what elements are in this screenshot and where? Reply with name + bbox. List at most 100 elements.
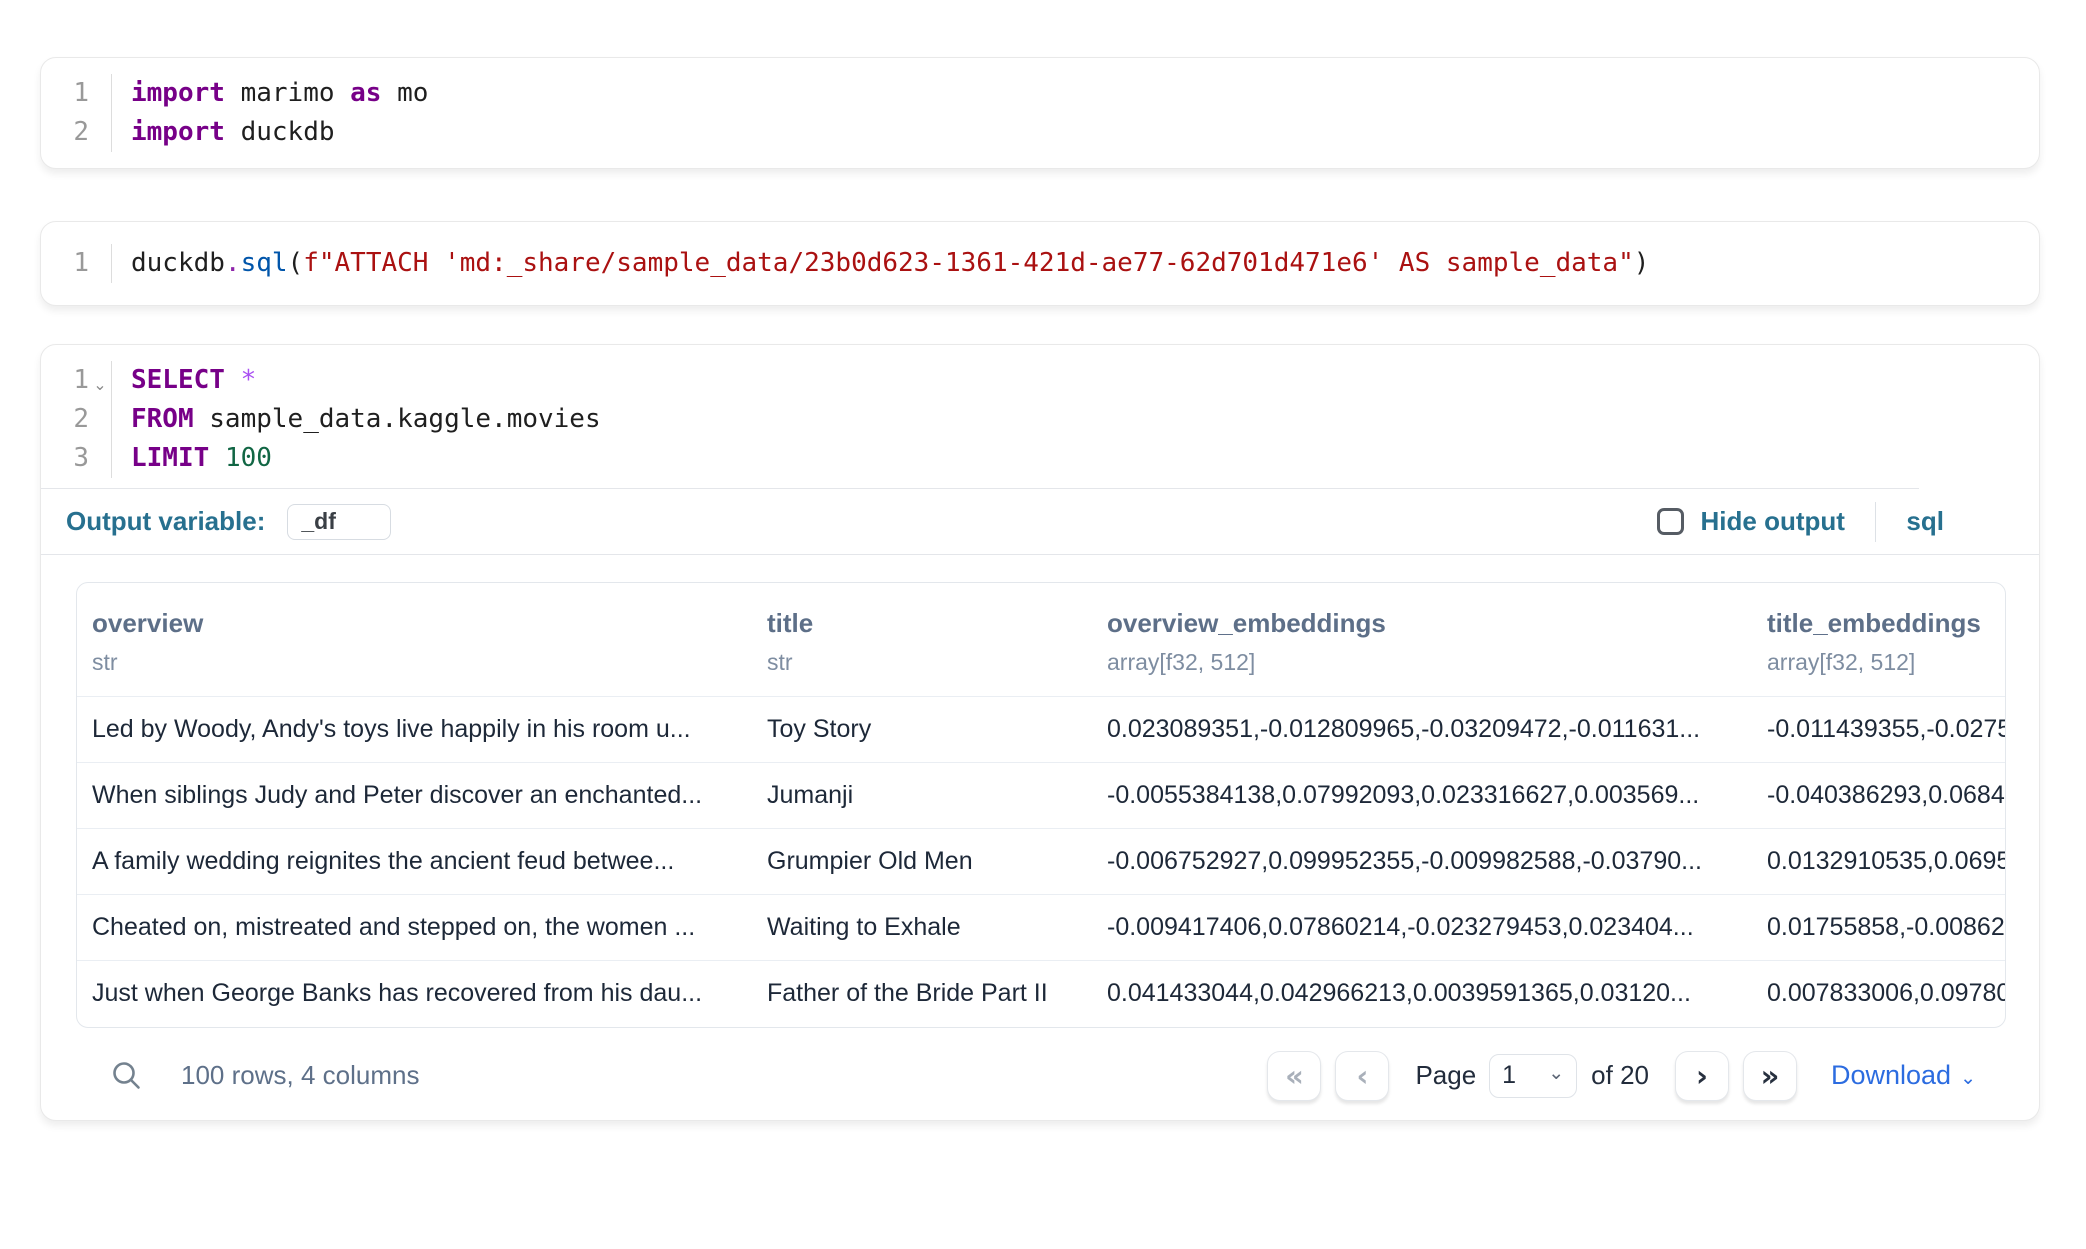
table-row[interactable]: Led by Woody, Andy's toys live happily i…	[77, 697, 2005, 763]
code-token: *	[241, 365, 257, 395]
hide-output-label[interactable]: Hide output	[1701, 506, 1845, 537]
code-line[interactable]: 1 import marimo as mo	[41, 74, 2039, 113]
table-cell[interactable]: When siblings Judy and Peter discover an…	[77, 763, 752, 829]
code-token: sql	[241, 248, 288, 278]
results-table-card: overviewstrtitlestroverview_embeddingsar…	[76, 582, 2006, 1028]
fold-chevron-icon[interactable]: ⌄	[89, 357, 111, 404]
prev-page-button[interactable]: ‹	[1335, 1051, 1389, 1101]
fold-spacer	[89, 260, 111, 268]
code-cell-attach[interactable]: 1 duckdb.sql(f"ATTACH 'md:_share/sample_d…	[40, 221, 2040, 306]
table-row[interactable]: Just when George Banks has recovered fro…	[77, 961, 2005, 1027]
code-token: mo	[381, 78, 428, 108]
fold-spacer	[89, 416, 111, 424]
output-variable-bar: Output variable: _df Hide output sql	[41, 489, 2039, 555]
hide-output-checkbox[interactable]	[1657, 508, 1684, 535]
code-token: as	[350, 78, 381, 108]
code-cell-imports[interactable]: 1 import marimo as mo 2 import duckdb	[40, 57, 2040, 169]
line-number: 2	[41, 400, 89, 439]
code-token: )	[1634, 248, 1650, 278]
first-page-icon: «	[1285, 1059, 1304, 1093]
line-number: 3	[41, 439, 89, 478]
column-header-overview_embeddings[interactable]: overview_embeddingsarray[f32, 512]	[1092, 583, 1752, 697]
column-dtype: str	[92, 649, 737, 676]
search-icon	[111, 1060, 143, 1092]
column-header-title_embeddings[interactable]: title_embeddingsarray[f32, 512]	[1752, 583, 2005, 697]
table-cell[interactable]: -0.0055384138,0.07992093,0.023316627,0.0…	[1092, 763, 1752, 829]
table-cell[interactable]: A family wedding reignites the ancient f…	[77, 829, 752, 895]
code-text: import duckdb	[111, 113, 2039, 152]
search-button[interactable]	[111, 1060, 143, 1092]
code-token: .	[225, 248, 241, 278]
table-cell[interactable]: Jumanji	[752, 763, 1092, 829]
download-button[interactable]: Download ⌄	[1831, 1060, 1976, 1091]
code-text: FROM sample_data.kaggle.movies	[111, 400, 1919, 439]
code-text: LIMIT 100	[111, 439, 1919, 478]
table-cell[interactable]: Grumpier Old Men	[752, 829, 1092, 895]
code-token: import	[131, 117, 225, 147]
table-cell[interactable]: -0.011439355,-0.027525	[1752, 697, 2005, 763]
first-page-button[interactable]: «	[1267, 1051, 1321, 1101]
code-text: import marimo as mo	[111, 74, 2039, 113]
code-editor[interactable]: 1 import marimo as mo 2 import duckdb	[41, 74, 2039, 152]
table-cell[interactable]: -0.006752927,0.099952355,-0.009982588,-0…	[1092, 829, 1752, 895]
next-page-button[interactable]: ›	[1675, 1051, 1729, 1101]
cell-output: overviewstrtitlestroverview_embeddingsar…	[41, 555, 2039, 1120]
code-line[interactable]: 2 import duckdb	[41, 113, 2039, 152]
code-line[interactable]: 1⌄SELECT *	[41, 361, 1919, 400]
table-cell[interactable]: Cheated on, mistreated and stepped on, t…	[77, 895, 752, 961]
code-token: f"ATTACH 'md:_share/sample_data/23b0d623…	[303, 248, 1634, 278]
column-name: title_embeddings	[1767, 608, 2005, 639]
table-cell[interactable]: 0.041433044,0.042966213,0.0039591365,0.0…	[1092, 961, 1752, 1027]
output-variable-input[interactable]: _df	[287, 504, 391, 540]
table-footer: 100 rows, 4 columns « ‹ Page 1 ⌄ of 20 ›…	[76, 1028, 2006, 1120]
line-number: 1	[41, 74, 89, 113]
code-token: 100	[225, 443, 272, 473]
table-cell[interactable]: Led by Woody, Andy's toys live happily i…	[77, 697, 752, 763]
code-token	[209, 443, 225, 473]
column-name: overview_embeddings	[1107, 608, 1737, 639]
table-cell[interactable]: -0.040386293,0.068451	[1752, 763, 2005, 829]
table-cell[interactable]: 0.007833006,0.097801	[1752, 961, 2005, 1027]
page-total: of 20	[1591, 1060, 1649, 1091]
table-cell[interactable]: 0.01755858,-0.0086286	[1752, 895, 2005, 961]
page-label: Page	[1415, 1060, 1476, 1091]
line-number: 2	[41, 113, 89, 152]
line-number: 1	[41, 244, 89, 283]
table-cell[interactable]: Waiting to Exhale	[752, 895, 1092, 961]
code-line[interactable]: 3 LIMIT 100	[41, 439, 1919, 478]
last-page-button[interactable]: »	[1743, 1051, 1797, 1101]
code-editor[interactable]: 1 duckdb.sql(f"ATTACH 'md:_share/sample_d…	[41, 244, 2039, 283]
table-cell[interactable]: Toy Story	[752, 697, 1092, 763]
code-text: duckdb.sql(f"ATTACH 'md:_share/sample_da…	[111, 244, 2039, 283]
sql-code-editor[interactable]: 1⌄SELECT *2 FROM sample_data.kaggle.movie…	[41, 361, 1919, 489]
last-page-icon: »	[1761, 1059, 1780, 1093]
table-header: overviewstrtitlestroverview_embeddingsar…	[77, 583, 2005, 697]
divider	[1875, 502, 1877, 542]
code-line[interactable]: 1 duckdb.sql(f"ATTACH 'md:_share/sample_d…	[41, 244, 2039, 283]
code-token: duckdb	[225, 117, 335, 147]
code-token: import	[131, 78, 225, 108]
code-line[interactable]: 2 FROM sample_data.kaggle.movies	[41, 400, 1919, 439]
column-header-title[interactable]: titlestr	[752, 583, 1092, 697]
column-header-overview[interactable]: overviewstr	[77, 583, 752, 697]
table-cell[interactable]: 0.0132910535,0.06958	[1752, 829, 2005, 895]
fold-spacer	[89, 129, 111, 137]
table-cell[interactable]: Just when George Banks has recovered fro…	[77, 961, 752, 1027]
next-page-icon: ›	[1696, 1059, 1708, 1093]
column-dtype: str	[767, 649, 1077, 676]
code-token	[225, 365, 241, 395]
table-cell[interactable]: Father of the Bride Part II	[752, 961, 1092, 1027]
fold-spacer	[89, 90, 111, 98]
code-token: duckdb	[131, 248, 225, 278]
sql-cell[interactable]: 1⌄SELECT *2 FROM sample_data.kaggle.movie…	[40, 344, 2040, 1121]
page-select[interactable]: 1 ⌄	[1489, 1054, 1577, 1098]
prev-page-icon: ‹	[1356, 1059, 1368, 1093]
table-row[interactable]: A family wedding reignites the ancient f…	[77, 829, 2005, 895]
line-number: 1	[41, 361, 89, 400]
table-row[interactable]: Cheated on, mistreated and stepped on, t…	[77, 895, 2005, 961]
table-cell[interactable]: -0.009417406,0.07860214,-0.023279453,0.0…	[1092, 895, 1752, 961]
code-token: sample_data.kaggle.movies	[194, 404, 601, 434]
language-toggle-sql[interactable]: sql	[1906, 506, 1944, 537]
table-row[interactable]: When siblings Judy and Peter discover an…	[77, 763, 2005, 829]
table-cell[interactable]: 0.023089351,-0.012809965,-0.03209472,-0.…	[1092, 697, 1752, 763]
